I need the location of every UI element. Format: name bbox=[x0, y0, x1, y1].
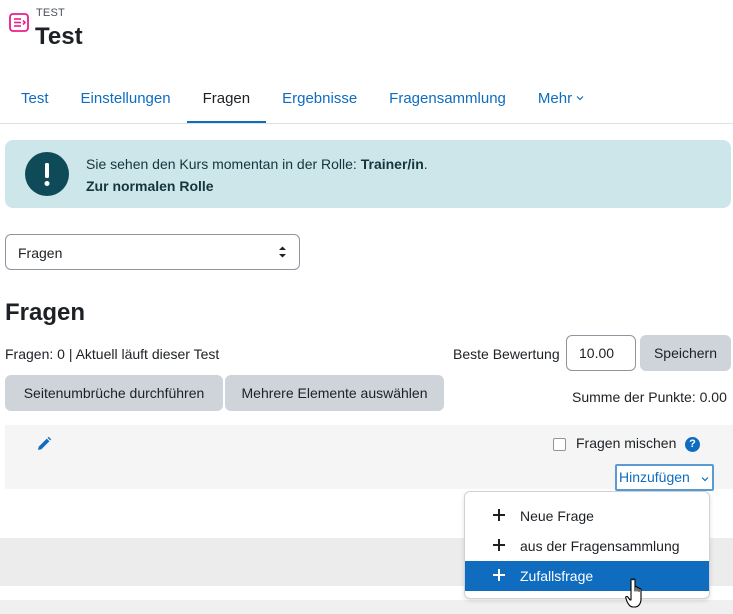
page-select-value: Fragen bbox=[18, 245, 63, 261]
alert-message: Sie sehen den Kurs momentan in der Rolle… bbox=[86, 156, 428, 172]
repaginate-button[interactable]: Seitenumbrüche durchführen bbox=[5, 375, 223, 411]
exclamation-icon bbox=[25, 152, 69, 196]
max-grade-input[interactable] bbox=[566, 335, 636, 371]
page-title: Test bbox=[35, 23, 83, 50]
hand-cursor-icon bbox=[625, 578, 642, 608]
add-menu: Neue Frage aus der Fragensammlung Zufall… bbox=[464, 491, 710, 599]
total-marks: Summe der Punkte: 0.00 bbox=[572, 389, 727, 405]
tab-results[interactable]: Ergebnisse bbox=[266, 72, 373, 124]
page-select[interactable]: Fragen bbox=[5, 234, 300, 270]
plus-icon bbox=[493, 569, 505, 581]
add-button-label: Hinzufügen bbox=[619, 469, 690, 485]
menu-item-new-question[interactable]: Neue Frage bbox=[465, 501, 709, 531]
save-button[interactable]: Speichern bbox=[640, 335, 731, 371]
quiz-icon bbox=[9, 13, 29, 32]
tab-question-bank[interactable]: Fragensammlung bbox=[373, 72, 522, 124]
chevron-down-icon bbox=[576, 96, 584, 101]
select-multiple-button[interactable]: Mehrere Elemente auswählen bbox=[225, 375, 444, 411]
menu-item-random-question[interactable]: Zufallsfrage bbox=[465, 561, 709, 591]
tab-settings[interactable]: Einstellungen bbox=[65, 72, 187, 124]
tab-test[interactable]: Test bbox=[5, 72, 65, 124]
menu-item-from-question-bank[interactable]: aus der Fragensammlung bbox=[465, 531, 709, 561]
plus-icon bbox=[493, 509, 505, 521]
max-grade-label: Beste Bewertung bbox=[453, 346, 560, 362]
nav-divider bbox=[0, 123, 733, 124]
tab-more[interactable]: Mehr bbox=[522, 72, 600, 124]
select-arrows-icon bbox=[279, 246, 286, 258]
secondary-navigation: Test Einstellungen Fragen Ergebnisse Fra… bbox=[5, 72, 600, 124]
section-heading: Fragen bbox=[5, 299, 86, 326]
role-alert: Sie sehen den Kurs momentan in der Rolle… bbox=[5, 140, 731, 208]
return-to-normal-role-link[interactable]: Zur normalen Rolle bbox=[86, 178, 214, 194]
pencil-icon[interactable] bbox=[36, 436, 52, 452]
tab-questions[interactable]: Fragen bbox=[186, 72, 267, 124]
module-type-label: TEST bbox=[36, 7, 65, 19]
questions-info: Fragen: 0 | Aktuell läuft dieser Test bbox=[5, 346, 220, 362]
shuffle-label: Fragen mischen bbox=[576, 435, 677, 451]
plus-icon bbox=[493, 539, 505, 551]
shuffle-checkbox[interactable] bbox=[553, 438, 566, 451]
add-dropdown-button[interactable]: Hinzufügen bbox=[615, 464, 714, 491]
footer-band bbox=[0, 600, 733, 614]
help-icon[interactable]: ? bbox=[685, 437, 700, 452]
alert-role: Trainer/in bbox=[360, 156, 424, 172]
chevron-down-icon bbox=[701, 477, 709, 482]
